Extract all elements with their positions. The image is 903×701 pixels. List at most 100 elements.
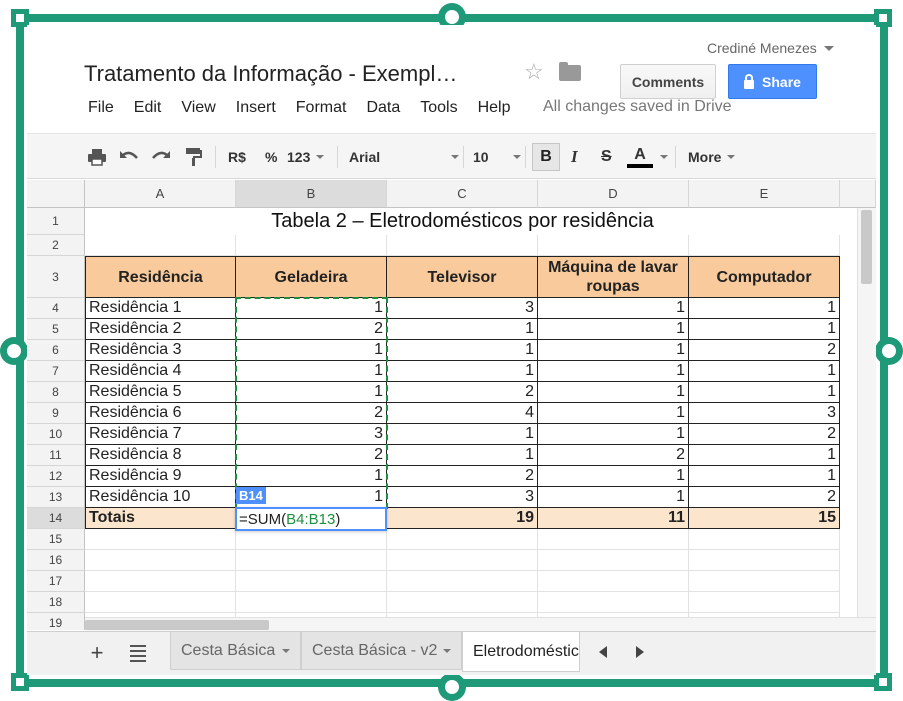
total-televisor[interactable]: 19	[387, 508, 538, 529]
totals-label[interactable]: Totais	[85, 508, 236, 529]
italic-button[interactable]: I	[571, 134, 578, 180]
row-header[interactable]: 15	[27, 529, 85, 550]
cell-geladeira[interactable]: 3	[236, 424, 387, 445]
cell-computador[interactable]: 1	[689, 298, 840, 319]
empty-cell[interactable]	[538, 235, 689, 256]
row-header[interactable]: 14	[27, 508, 85, 529]
empty-cell[interactable]	[85, 592, 236, 613]
header-cell-maquina[interactable]: Máquina de lavar roupas	[538, 256, 689, 298]
cell-maquina[interactable]: 1	[538, 298, 689, 319]
chevron-down-icon[interactable]	[282, 648, 290, 653]
cell-computador[interactable]: 1	[689, 466, 840, 487]
row-header[interactable]: 11	[27, 445, 85, 466]
add-sheet-button[interactable]: +	[84, 640, 110, 666]
row-header[interactable]: 18	[27, 592, 85, 613]
cell-televisor[interactable]: 1	[387, 445, 538, 466]
empty-cell[interactable]	[538, 550, 689, 571]
cell-residencia[interactable]: Residência 4	[85, 361, 236, 382]
cell-residencia[interactable]: Residência 6	[85, 403, 236, 424]
cell-geladeira[interactable]: 1	[236, 361, 387, 382]
column-header-b[interactable]: B	[236, 180, 387, 208]
tab-cesta-basica-v2[interactable]: Cesta Básica - v2	[301, 632, 462, 670]
sheet-list-button[interactable]	[125, 640, 151, 666]
column-header-e[interactable]: E	[689, 180, 840, 208]
cell-maquina[interactable]: 1	[538, 403, 689, 424]
cell-maquina[interactable]: 1	[538, 382, 689, 403]
user-menu-caret-icon[interactable]	[824, 46, 834, 51]
number-format-dropdown[interactable]: 123	[287, 134, 325, 180]
empty-cell[interactable]	[387, 592, 538, 613]
empty-cell[interactable]	[538, 529, 689, 550]
horizontal-scrollbar[interactable]	[85, 617, 876, 631]
cell-geladeira[interactable]: 2	[236, 445, 387, 466]
cell-televisor[interactable]: 1	[387, 319, 538, 340]
empty-cell[interactable]	[387, 529, 538, 550]
formula-editor[interactable]: =SUM(B4:B13)	[235, 507, 387, 531]
tab-scroll-left-icon[interactable]	[599, 646, 607, 658]
percent-format-button[interactable]: %	[265, 134, 277, 180]
cell-computador[interactable]: 1	[689, 382, 840, 403]
horizontal-scroll-thumb[interactable]	[85, 620, 269, 630]
menu-help[interactable]: Help	[478, 99, 511, 117]
cell-televisor[interactable]: 1	[387, 424, 538, 445]
cell-computador[interactable]: 2	[689, 340, 840, 361]
empty-cell[interactable]	[538, 571, 689, 592]
text-color-button[interactable]: A	[627, 134, 653, 180]
tab-eletrodomesticos[interactable]: Eletrodoméstic	[462, 632, 580, 672]
save-status[interactable]: All changes saved in Drive	[543, 98, 732, 116]
share-button[interactable]: Share	[728, 64, 817, 99]
vertical-scrollbar[interactable]	[857, 208, 876, 630]
cell-televisor[interactable]: 3	[387, 487, 538, 508]
row-header[interactable]: 7	[27, 361, 85, 382]
row-header[interactable]: 5	[27, 319, 85, 340]
cell-geladeira[interactable]: 2	[236, 319, 387, 340]
menu-format[interactable]: Format	[296, 99, 347, 117]
row-header[interactable]: 3	[27, 256, 85, 298]
empty-cell[interactable]	[689, 550, 840, 571]
column-header-c[interactable]: C	[387, 180, 538, 208]
cell-maquina[interactable]: 2	[538, 445, 689, 466]
star-icon[interactable]: ☆	[524, 59, 544, 85]
cell-maquina[interactable]: 1	[538, 361, 689, 382]
row-header[interactable]: 16	[27, 550, 85, 571]
empty-cell[interactable]	[236, 235, 387, 256]
empty-cell[interactable]	[689, 592, 840, 613]
more-dropdown[interactable]: More	[688, 134, 736, 180]
empty-cell[interactable]	[387, 235, 538, 256]
menu-file[interactable]: File	[88, 99, 114, 117]
menu-data[interactable]: Data	[366, 99, 400, 117]
cell-televisor[interactable]: 3	[387, 298, 538, 319]
row-header[interactable]: 6	[27, 340, 85, 361]
cell-computador[interactable]: 1	[689, 361, 840, 382]
vertical-scroll-thumb[interactable]	[861, 210, 872, 284]
cell-computador[interactable]: 2	[689, 424, 840, 445]
column-header-f[interactable]	[840, 180, 876, 208]
font-family-dropdown[interactable]: Arial	[349, 134, 459, 180]
chevron-down-icon[interactable]	[443, 648, 452, 653]
font-size-dropdown[interactable]: 10	[473, 134, 521, 180]
table-title[interactable]: Tabela 2 – Eletrodomésticos por residênc…	[85, 208, 840, 235]
empty-cell[interactable]	[689, 235, 840, 256]
cell-residencia[interactable]: Residência 10	[85, 487, 236, 508]
cell-computador[interactable]: 2	[689, 487, 840, 508]
cell-televisor[interactable]: 1	[387, 340, 538, 361]
row-header[interactable]: 13	[27, 487, 85, 508]
undo-icon[interactable]	[119, 134, 139, 180]
text-color-caret[interactable]	[654, 134, 668, 180]
cell-geladeira[interactable]: 2	[236, 403, 387, 424]
user-name[interactable]: Crediné Menezes	[707, 40, 817, 56]
cell-geladeira[interactable]: 1	[236, 466, 387, 487]
menu-view[interactable]: View	[181, 99, 215, 117]
cell-geladeira[interactable]: 1	[236, 298, 387, 319]
tab-cesta-basica[interactable]: Cesta Básica	[170, 632, 301, 670]
cell-residencia[interactable]: Residência 1	[85, 298, 236, 319]
cell-residencia[interactable]: Residência 7	[85, 424, 236, 445]
header-cell-geladeira[interactable]: Geladeira	[236, 256, 387, 298]
cell-residencia[interactable]: Residência 2	[85, 319, 236, 340]
empty-cell[interactable]	[387, 571, 538, 592]
empty-cell[interactable]	[236, 529, 387, 550]
header-cell-residencia[interactable]: Residência	[85, 256, 236, 298]
menu-edit[interactable]: Edit	[134, 99, 162, 117]
comments-button[interactable]: Comments	[620, 64, 716, 99]
empty-cell[interactable]	[85, 550, 236, 571]
